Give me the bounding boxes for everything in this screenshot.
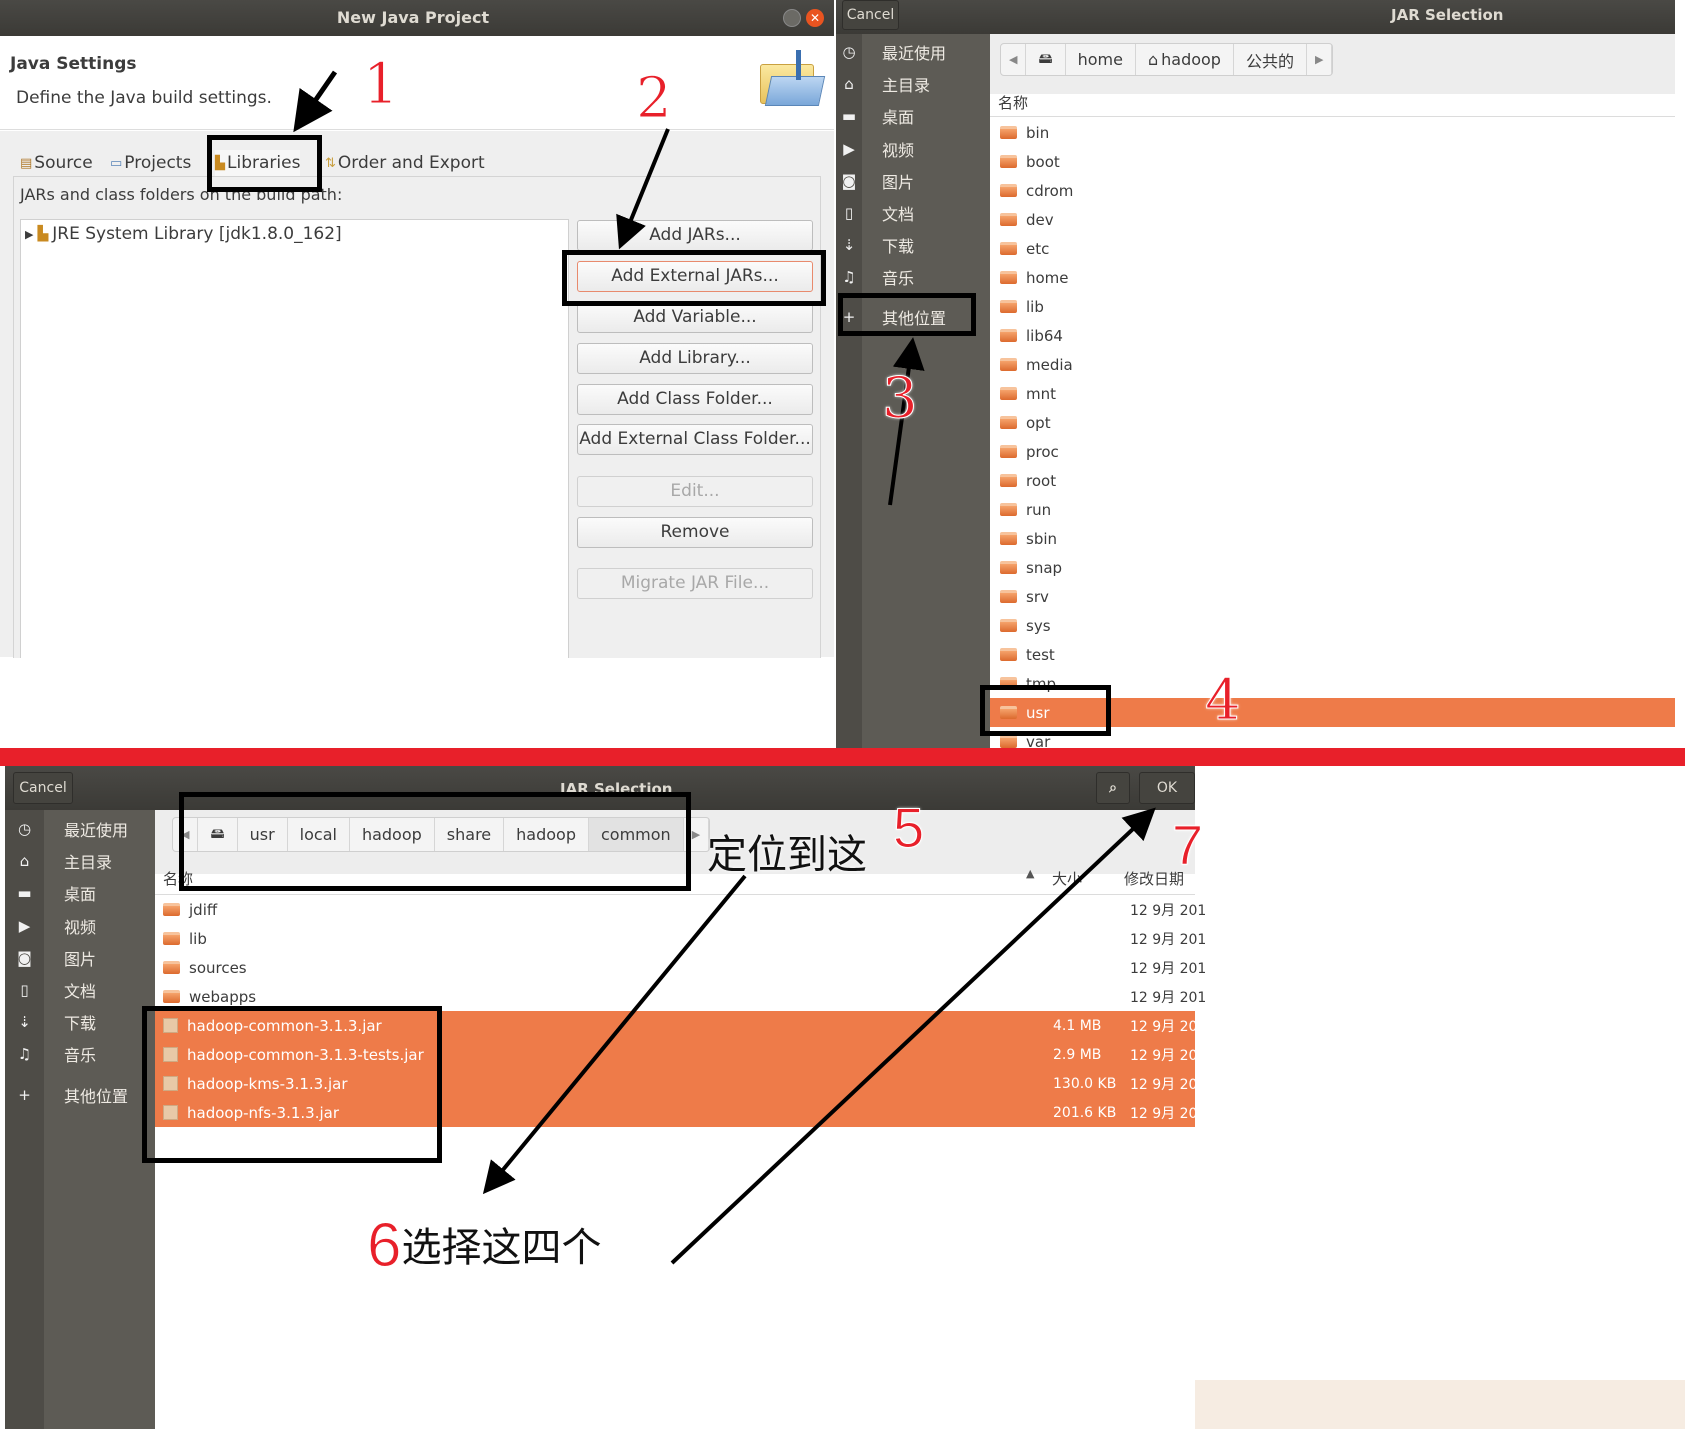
annotation-number-7: 7 <box>1171 813 1204 877</box>
arrow-2 <box>616 128 670 250</box>
annotation-choose-four: 6 选择这四个 <box>366 1211 602 1281</box>
arrow-1 <box>293 70 338 133</box>
annotation-locate-here: 定位到这 <box>707 832 867 878</box>
annotation-number-2: 2 <box>636 66 673 132</box>
annotation-arrows <box>293 70 1156 1265</box>
arrow-6 <box>482 874 747 1195</box>
annotation-number-3: 3 <box>882 366 919 432</box>
annotation-number-5: 5 <box>892 796 925 860</box>
annotation-number-4: 4 <box>1205 668 1242 734</box>
annotation-number-1: 1 <box>363 52 400 118</box>
